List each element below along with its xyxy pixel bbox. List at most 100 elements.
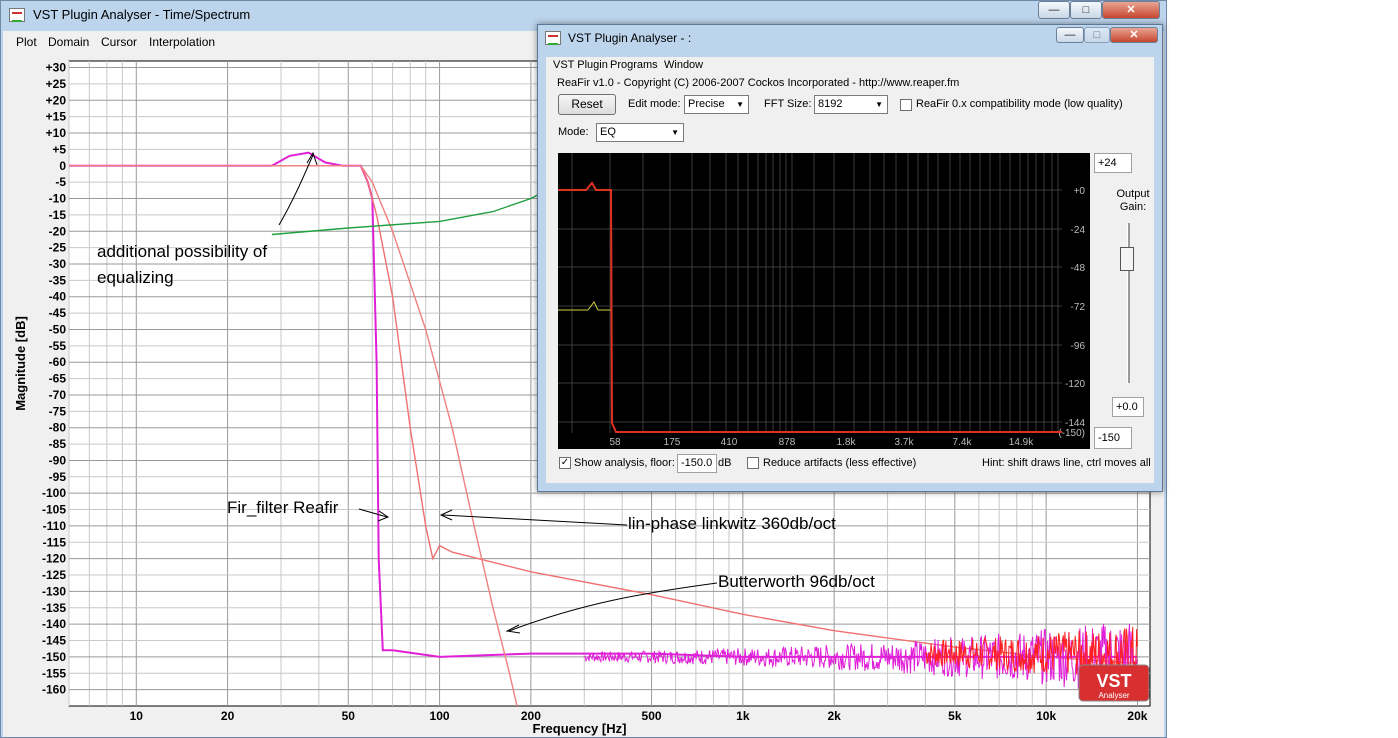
y-tick-label: -10 bbox=[49, 192, 67, 206]
y-tick-label: +30 bbox=[46, 61, 67, 75]
hint-text: Hint: shift draws line, ctrl moves all bbox=[982, 457, 1151, 469]
reduce-artifacts-checkbox[interactable] bbox=[747, 457, 759, 469]
menu-interpolation[interactable]: Interpolation bbox=[149, 35, 215, 49]
compat-checkbox[interactable] bbox=[900, 99, 912, 111]
show-analysis-checkbox[interactable]: ✓ bbox=[559, 457, 571, 469]
x-tick-label: 1k bbox=[736, 709, 750, 723]
rf-x-tick: 410 bbox=[721, 437, 738, 448]
x-tick-label: 50 bbox=[342, 709, 356, 723]
y-tick-label: -65 bbox=[49, 372, 67, 386]
y-tick-label: -140 bbox=[42, 617, 66, 631]
output-gain-label: Output Gain: bbox=[1116, 188, 1150, 213]
y-tick-label: -90 bbox=[49, 453, 67, 467]
app-icon bbox=[9, 8, 25, 22]
x-tick-label: 10k bbox=[1036, 709, 1056, 723]
y-tick-label: -15 bbox=[49, 208, 67, 222]
y-tick-label: +10 bbox=[46, 126, 67, 140]
plugin-maximize-button[interactable]: □ bbox=[1084, 27, 1110, 43]
y-tick-label: -35 bbox=[49, 273, 67, 287]
mode-label: Mode: bbox=[558, 126, 589, 138]
mode-value: EQ bbox=[600, 126, 616, 138]
rf-y-tick: -96 bbox=[1071, 341, 1086, 352]
y-tick-label: +5 bbox=[52, 142, 66, 156]
menu-cursor[interactable]: Cursor bbox=[101, 35, 137, 49]
bottom-value-field[interactable]: -150 bbox=[1094, 427, 1132, 449]
reafir-graph[interactable]: +0 -24 -48 -72 -96 -120 -144 (-150) 58 175 410 878 1… bbox=[558, 153, 1090, 449]
y-tick-label: -130 bbox=[42, 584, 66, 598]
reafir-graph-svg: +0-24-48-72-96-120-144(-150)58 175 410 878 1… bbox=[558, 153, 1086, 448]
x-tick-label: 5k bbox=[948, 709, 962, 723]
chevron-down-icon: ▼ bbox=[671, 128, 679, 137]
y-tick-label: -5 bbox=[55, 175, 66, 189]
main-close-button[interactable]: ✕ bbox=[1102, 1, 1160, 19]
y-tick-label: -40 bbox=[49, 290, 67, 304]
rf-y-tick: -72 bbox=[1071, 302, 1086, 313]
annotation-butterworth: Butterworth 96db/oct bbox=[718, 572, 875, 591]
plugin-info: ReaFir v1.0 - Copyright (C) 2006-2007 Co… bbox=[557, 77, 960, 89]
rf-x-tick: 7.4k bbox=[953, 437, 973, 448]
annotation-eq-line1: additional possibility of bbox=[97, 242, 268, 261]
y-tick-label: -150 bbox=[42, 650, 66, 664]
floor-field[interactable]: -150.0 bbox=[677, 454, 717, 473]
rf-y-tick: -120 bbox=[1065, 379, 1085, 390]
edit-mode-value: Precise bbox=[688, 98, 725, 110]
top-value-field[interactable]: +24 bbox=[1094, 153, 1132, 173]
mode-select[interactable]: EQ ▼ bbox=[596, 123, 684, 142]
annotation-fir: Fir_filter Reafir bbox=[227, 498, 339, 517]
plugin-minimize-button[interactable]: — bbox=[1056, 27, 1084, 43]
y-tick-label: +15 bbox=[46, 110, 67, 124]
y-tick-label: -75 bbox=[49, 404, 67, 418]
y-tick-label: -80 bbox=[49, 421, 67, 435]
y-tick-label: -45 bbox=[49, 306, 67, 320]
x-tick-label: 20 bbox=[221, 709, 235, 723]
y-tick-label: -85 bbox=[49, 437, 67, 451]
menu-domain[interactable]: Domain bbox=[48, 35, 89, 49]
main-window-title: VST Plugin Analyser - Time/Spectrum bbox=[33, 7, 251, 22]
main-minimize-button[interactable]: — bbox=[1038, 1, 1070, 19]
edit-mode-label: Edit mode: bbox=[628, 98, 681, 110]
chevron-down-icon: ▼ bbox=[875, 100, 883, 109]
y-tick-label: -145 bbox=[42, 634, 66, 648]
edit-mode-select[interactable]: Precise ▼ bbox=[684, 95, 749, 114]
chevron-down-icon: ▼ bbox=[736, 100, 744, 109]
y-tick-label: -100 bbox=[42, 486, 66, 500]
fft-size-select[interactable]: 8192 ▼ bbox=[814, 95, 888, 114]
rf-x-tick: 878 bbox=[779, 437, 796, 448]
gain-value-field[interactable]: +0.0 bbox=[1112, 397, 1144, 417]
rf-y-tick: -48 bbox=[1071, 263, 1086, 274]
y-tick-label: -50 bbox=[49, 322, 67, 336]
reset-button[interactable]: Reset bbox=[558, 94, 616, 115]
x-tick-label: 100 bbox=[430, 709, 450, 723]
plugin-menu-vst[interactable]: VST Plugin bbox=[553, 59, 608, 71]
menu-plot[interactable]: Plot bbox=[16, 35, 37, 49]
compat-label: ReaFir 0.x compatibility mode (low quali… bbox=[916, 98, 1123, 110]
fft-size-label: FFT Size: bbox=[764, 98, 812, 110]
plugin-window: VST Plugin Analyser - : — □ ✕ VST Plugin… bbox=[537, 24, 1163, 492]
plugin-menu-window[interactable]: Window bbox=[664, 59, 703, 71]
y-axis-label: Magnitude [dB] bbox=[13, 316, 28, 411]
rf-grid bbox=[558, 153, 1062, 433]
y-tick-label: -120 bbox=[42, 552, 66, 566]
rf-x-tick: 58 bbox=[609, 437, 621, 448]
plugin-titlebar[interactable]: VST Plugin Analyser - : — □ ✕ bbox=[538, 25, 1162, 53]
plugin-close-button[interactable]: ✕ bbox=[1110, 27, 1158, 43]
plugin-menu-programs[interactable]: Programs bbox=[610, 59, 658, 71]
y-tick-label: -135 bbox=[42, 601, 66, 615]
y-tick-label: -125 bbox=[42, 568, 66, 582]
reduce-artifacts-label: Reduce artifacts (less effective) bbox=[763, 457, 917, 469]
y-tick-label: -20 bbox=[49, 224, 67, 238]
rf-x-tick: 14.9k bbox=[1009, 437, 1034, 448]
main-maximize-button[interactable]: □ bbox=[1070, 1, 1102, 19]
y-tick-label: -110 bbox=[43, 519, 67, 533]
rf-x-tick: 1.8k bbox=[837, 437, 857, 448]
x-tick-label: 2k bbox=[827, 709, 841, 723]
x-tick-label: 20k bbox=[1127, 709, 1147, 723]
rf-y-tick: (-150) bbox=[1058, 428, 1085, 439]
rf-x-tick: 175 bbox=[664, 437, 681, 448]
floor-unit: dB bbox=[718, 457, 732, 469]
output-gain-slider-handle[interactable] bbox=[1120, 247, 1134, 271]
show-analysis-label: Show analysis, floor: bbox=[574, 457, 675, 469]
x-axis-label: Frequency [Hz] bbox=[533, 721, 627, 736]
vst-logo-text: VST bbox=[1096, 671, 1131, 691]
rf-x-tick: 3.7k bbox=[895, 437, 915, 448]
